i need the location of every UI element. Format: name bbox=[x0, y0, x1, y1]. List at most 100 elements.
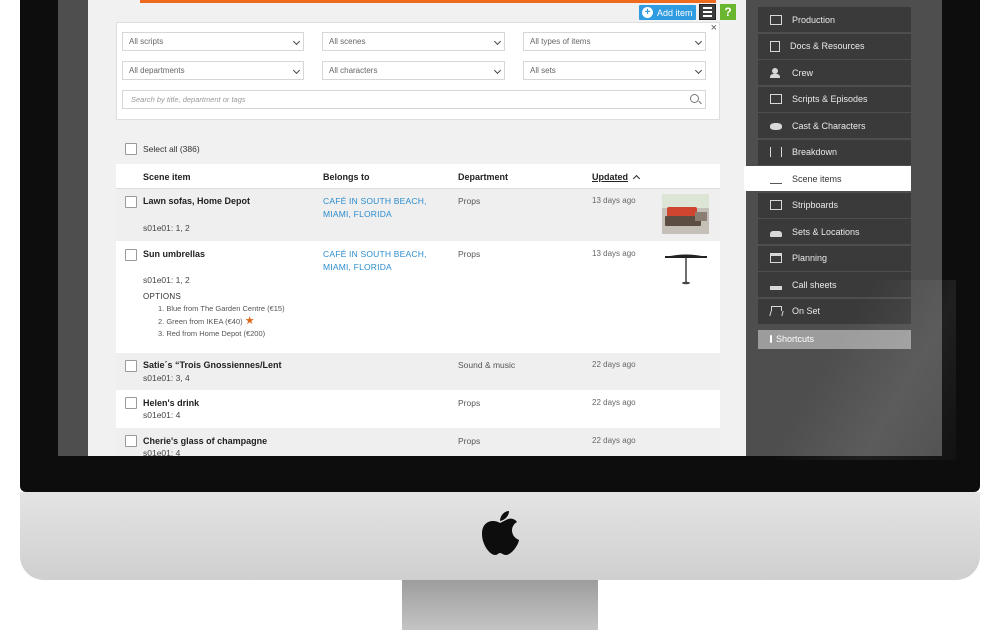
menu-item-label: Production bbox=[792, 14, 836, 25]
row-checkbox[interactable] bbox=[125, 397, 137, 409]
menu-item-breakdown[interactable]: Breakdown bbox=[758, 139, 911, 165]
menu-item-on-set[interactable]: On Set bbox=[758, 298, 911, 324]
departments-filter-select[interactable]: All departments bbox=[122, 61, 304, 80]
menu-item-crew[interactable]: Crew bbox=[758, 60, 911, 85]
chevron-down-icon bbox=[493, 66, 502, 75]
chevron-down-icon bbox=[694, 66, 703, 75]
search-input[interactable]: Search by title, department or tags bbox=[122, 90, 706, 109]
close-filters-icon[interactable]: × bbox=[711, 22, 717, 34]
menu-item-stripboards[interactable]: Stripboards bbox=[758, 192, 911, 218]
types-filter-value: All types of items bbox=[530, 37, 591, 46]
menu-item-label: Breakdown bbox=[792, 147, 838, 157]
menu-item-sets-locations[interactable]: Sets & Locations bbox=[758, 219, 911, 244]
item-department: Sound & music bbox=[458, 360, 516, 370]
belongs-line-2: MIAMI, FLORIDA bbox=[323, 209, 392, 219]
scripts-filter-select[interactable]: All scripts bbox=[122, 32, 304, 51]
scene-items-table: Scene item Belongs to Department Updated… bbox=[116, 164, 720, 456]
select-all-control[interactable]: Select all (386) bbox=[125, 143, 200, 155]
menu-item-label: Stripboards bbox=[792, 200, 839, 210]
chevron-down-icon bbox=[292, 37, 301, 46]
stripboard-icon bbox=[770, 200, 782, 210]
scripts-filter-value: All scripts bbox=[129, 37, 164, 46]
item-name[interactable]: Satie´s “Trois Gnossiennes/Lent bbox=[143, 360, 282, 370]
option-item[interactable]: 3. Red from Home Depot (€200) bbox=[158, 328, 285, 340]
sets-filter-value: All sets bbox=[530, 66, 556, 75]
menu-item-label: Sets & Locations bbox=[792, 226, 860, 237]
table-row[interactable]: Sun umbrellas s01e01: 1, 2 OPTIONS 1. Bl… bbox=[116, 241, 720, 353]
belongs-to-link[interactable]: CAFÉ IN SOUTH BEACH, MIAMI, FLORIDA bbox=[323, 195, 427, 221]
column-header-updated[interactable]: Updated bbox=[592, 172, 641, 183]
add-item-button[interactable]: + Add item bbox=[639, 5, 696, 20]
option-item-selected[interactable]: 2. Green from IKEA (€40) ★ bbox=[158, 315, 285, 328]
column-header-belongs-to[interactable]: Belongs to bbox=[323, 172, 370, 182]
column-header-department[interactable]: Department bbox=[458, 172, 508, 182]
directors-chair-icon bbox=[770, 306, 782, 316]
main-navigation-menu: Production Docs & Resources Crew Scripts… bbox=[744, 7, 911, 349]
row-checkbox[interactable] bbox=[125, 360, 137, 372]
row-checkbox[interactable] bbox=[125, 435, 137, 447]
monitor-stand bbox=[402, 580, 598, 630]
item-department: Props bbox=[458, 196, 481, 206]
menu-item-production[interactable]: Production bbox=[758, 7, 911, 32]
item-updated: 13 days ago bbox=[592, 249, 636, 258]
film-icon bbox=[770, 14, 782, 25]
menu-item-label: Scripts & Episodes bbox=[792, 94, 868, 104]
crew-icon bbox=[770, 67, 782, 78]
scenes-filter-select[interactable]: All scenes bbox=[322, 32, 505, 51]
search-placeholder: Search by title, department or tags bbox=[131, 95, 246, 104]
umbrella-thumbnail[interactable] bbox=[664, 249, 708, 285]
types-filter-select[interactable]: All types of items bbox=[523, 32, 706, 51]
table-row[interactable]: Lawn sofas, Home Depot s01e01: 1, 2 CAFÉ… bbox=[116, 189, 720, 241]
calendar-icon bbox=[770, 253, 782, 263]
menu-item-docs-resources[interactable]: Docs & Resources bbox=[758, 33, 911, 59]
row-checkbox[interactable] bbox=[125, 249, 137, 261]
characters-filter-value: All characters bbox=[329, 66, 378, 75]
item-updated: 22 days ago bbox=[592, 398, 636, 407]
item-name[interactable]: Cherie's glass of champagne bbox=[143, 436, 267, 446]
sets-filter-select[interactable]: All sets bbox=[523, 61, 706, 80]
sofa-thumbnail[interactable] bbox=[662, 194, 709, 234]
item-updated: 22 days ago bbox=[592, 360, 636, 369]
item-department: Props bbox=[458, 436, 481, 446]
column-header-scene-item[interactable]: Scene item bbox=[143, 172, 191, 182]
item-name[interactable]: Lawn sofas, Home Depot bbox=[143, 196, 250, 206]
menu-item-label: On Set bbox=[792, 306, 821, 316]
row-checkbox[interactable] bbox=[125, 196, 137, 208]
scenes-filter-value: All scenes bbox=[329, 37, 366, 46]
table-row[interactable]: Helen's drink s01e01: 4 Props 22 days ag… bbox=[116, 390, 720, 428]
belongs-to-link[interactable]: CAFÉ IN SOUTH BEACH, MIAMI, FLORIDA bbox=[323, 248, 427, 274]
item-name[interactable]: Sun umbrellas bbox=[143, 249, 205, 259]
menu-item-scripts-episodes[interactable]: Scripts & Episodes bbox=[758, 86, 911, 112]
item-updated: 13 days ago bbox=[592, 196, 636, 205]
table-row[interactable]: Cherie's glass of champagne s01e01: 4 Pr… bbox=[116, 428, 720, 456]
mask-icon bbox=[770, 123, 782, 130]
megaphone-icon bbox=[770, 285, 782, 290]
orange-top-bar bbox=[140, 0, 716, 3]
shortcuts-button[interactable]: Shortcuts bbox=[758, 329, 911, 349]
search-icon[interactable] bbox=[690, 94, 699, 103]
list-menu-button[interactable] bbox=[699, 4, 716, 20]
scene-items-panel: + Add item ? × All scripts All scenes Al… bbox=[88, 0, 746, 456]
cart-icon bbox=[770, 174, 782, 184]
item-name[interactable]: Helen's drink bbox=[143, 398, 199, 408]
menu-item-cast-characters[interactable]: Cast & Characters bbox=[758, 113, 911, 138]
options-heading: OPTIONS bbox=[143, 292, 182, 301]
menu-item-call-sheets[interactable]: Call sheets bbox=[758, 272, 911, 297]
table-row[interactable]: Satie´s “Trois Gnossiennes/Lent s01e01: … bbox=[116, 353, 720, 390]
menu-item-label: Call sheets bbox=[792, 279, 837, 290]
item-episode: s01e01: 3, 4 bbox=[143, 373, 190, 383]
car-icon bbox=[770, 230, 782, 237]
menu-item-scene-items[interactable]: Scene items bbox=[744, 166, 911, 191]
hamburger-icon-line bbox=[703, 11, 712, 13]
menu-item-label: Docs & Resources bbox=[790, 41, 865, 51]
chevron-down-icon bbox=[493, 37, 502, 46]
select-all-checkbox[interactable] bbox=[125, 143, 137, 155]
options-list: 1. Blue from The Garden Centre (€15) 2. … bbox=[158, 303, 285, 340]
item-department: Props bbox=[458, 398, 481, 408]
help-button[interactable]: ? bbox=[720, 4, 736, 20]
characters-filter-select[interactable]: All characters bbox=[322, 61, 505, 80]
option-item[interactable]: 1. Blue from The Garden Centre (€15) bbox=[158, 303, 285, 315]
menu-item-label: Planning bbox=[792, 253, 828, 263]
sort-ascending-icon bbox=[632, 174, 641, 183]
menu-item-planning[interactable]: Planning bbox=[758, 245, 911, 271]
